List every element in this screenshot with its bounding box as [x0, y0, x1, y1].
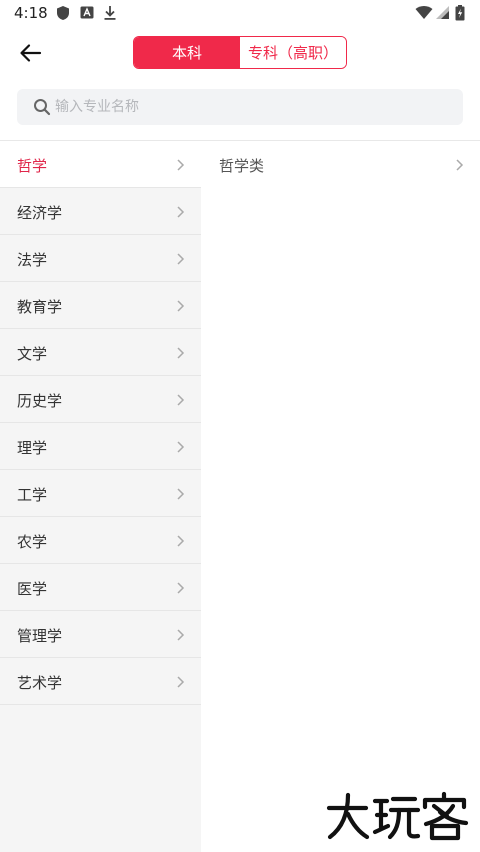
battery-charging-icon	[455, 5, 465, 25]
chevron-right-icon	[177, 488, 185, 500]
category-item-management[interactable]: 管理学	[0, 611, 201, 658]
chevron-right-icon	[177, 300, 185, 312]
chevron-right-icon	[177, 347, 185, 359]
search-input[interactable]	[55, 89, 445, 125]
tab-undergraduate[interactable]: 本科	[134, 37, 240, 68]
category-label: 管理学	[17, 627, 63, 645]
category-item-economics[interactable]: 经济学	[0, 188, 201, 235]
category-label: 法学	[17, 251, 48, 269]
category-item-engineering[interactable]: 工学	[0, 470, 201, 517]
back-button[interactable]	[16, 38, 46, 68]
category-label: 农学	[17, 533, 48, 551]
degree-toggle: 本科 专科（高职）	[133, 36, 347, 69]
category-label: 历史学	[17, 392, 63, 410]
chevron-right-icon	[456, 159, 464, 171]
category-item-philosophy[interactable]: 哲学	[0, 141, 201, 188]
search-icon	[33, 98, 51, 120]
category-item-history[interactable]: 历史学	[0, 376, 201, 423]
category-item-medicine[interactable]: 医学	[0, 564, 201, 611]
category-label: 哲学	[17, 157, 48, 175]
category-label: 经济学	[17, 204, 63, 222]
status-bar: 4:18	[0, 0, 480, 26]
category-item-education[interactable]: 教育学	[0, 282, 201, 329]
chevron-right-icon	[177, 582, 185, 594]
cell-signal-icon	[436, 5, 450, 24]
chevron-right-icon	[177, 253, 185, 265]
download-icon	[103, 5, 117, 25]
category-list: 哲学 经济学 法学 教育学 文学 历史学 理学 工学 农学 医学 管理学 艺术学	[0, 141, 201, 852]
chevron-right-icon	[177, 159, 185, 171]
subcategory-list: 哲学类	[201, 141, 480, 852]
chevron-right-icon	[177, 676, 185, 688]
chevron-right-icon	[177, 394, 185, 406]
category-label: 文学	[17, 345, 48, 363]
subcategory-item-philosophy-class[interactable]: 哲学类	[201, 141, 480, 188]
category-label: 教育学	[17, 298, 63, 316]
category-item-agriculture[interactable]: 农学	[0, 517, 201, 564]
category-item-literature[interactable]: 文学	[0, 329, 201, 376]
shield-icon	[56, 5, 70, 25]
chevron-right-icon	[177, 629, 185, 641]
status-time: 4:18	[14, 4, 48, 22]
search-bar	[17, 89, 463, 125]
category-label: 艺术学	[17, 674, 63, 692]
chevron-right-icon	[177, 535, 185, 547]
category-label: 工学	[17, 486, 48, 504]
chevron-right-icon	[177, 206, 185, 218]
category-item-arts[interactable]: 艺术学	[0, 658, 201, 705]
keyboard-a-icon	[80, 5, 94, 24]
category-item-law[interactable]: 法学	[0, 235, 201, 282]
category-label: 医学	[17, 580, 48, 598]
subcategory-label: 哲学类	[219, 157, 265, 175]
category-label: 理学	[17, 439, 48, 457]
arrow-left-icon	[20, 44, 42, 62]
tab-vocational[interactable]: 专科（高职）	[240, 37, 346, 68]
header: 本科 专科（高职）	[0, 26, 480, 80]
wifi-icon	[415, 5, 433, 24]
watermark-logo	[326, 791, 469, 841]
chevron-right-icon	[177, 441, 185, 453]
category-item-science[interactable]: 理学	[0, 423, 201, 470]
